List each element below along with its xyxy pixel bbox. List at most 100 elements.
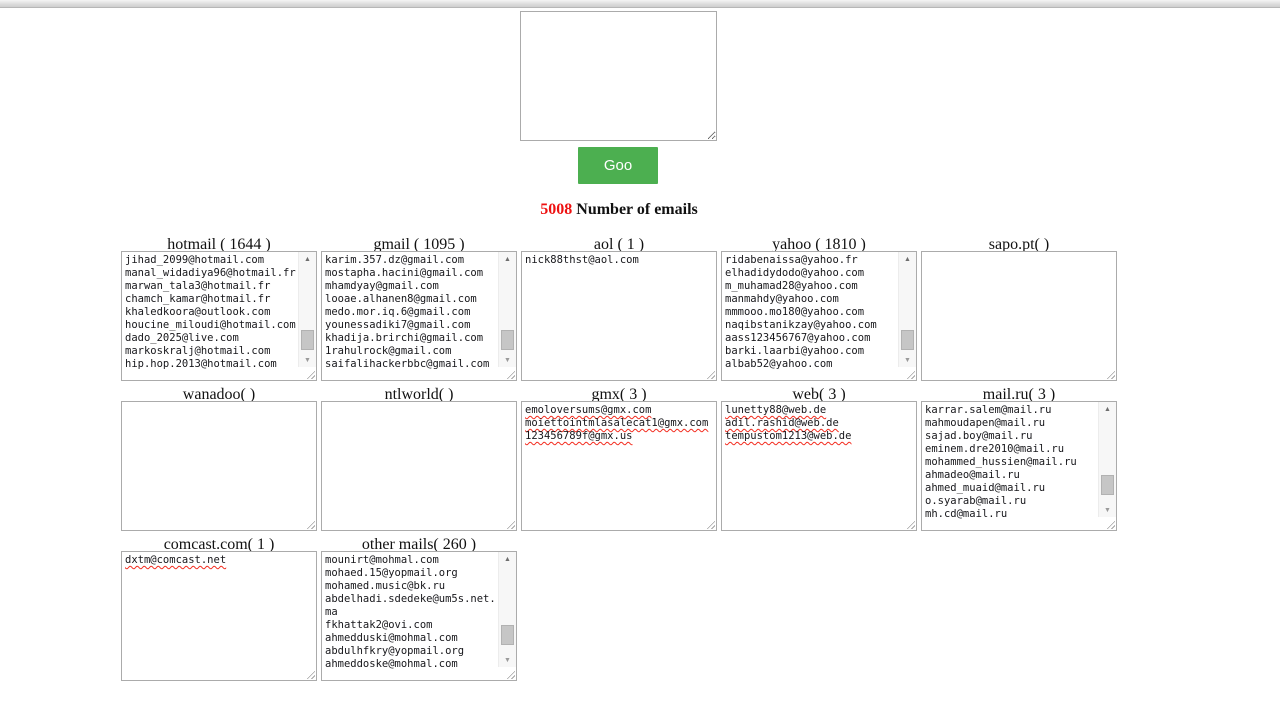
email-count-value: 5008 — [540, 201, 573, 218]
scroll-up-icon[interactable]: ▲ — [1099, 402, 1116, 416]
email-group-aol: aol ( 1 ) nick88thst@aol.com — [521, 236, 721, 381]
email-item: mohammed_hussien@mail.ru — [925, 456, 1077, 468]
email-item: 1rahulrock@gmail.com — [325, 345, 452, 357]
email-item: jihad_2099@hotmail.com — [125, 254, 265, 266]
email-list: karim.357.dz@gmail.com mostapha.hacini@gm… — [322, 252, 498, 380]
email-group-hotmail: hotmail ( 1644 ) jihad_2099@hotmail.com ma… — [121, 236, 321, 381]
email-list: dxtm@comcast.net — [122, 552, 316, 680]
email-group-ntlworld: ntlworld( ) — [321, 386, 521, 531]
email-item: chamch_kamar@hotmail.fr — [125, 293, 271, 305]
email-item: saifalihackerbbc@gmail.com — [325, 358, 490, 370]
scrollbar[interactable]: ▲ ▼ — [1098, 402, 1116, 517]
email-list: jihad_2099@hotmail.com manal_widadiya96@h… — [122, 252, 298, 380]
scrollbar-thumb[interactable] — [501, 329, 514, 350]
scroll-up-icon[interactable]: ▲ — [299, 252, 316, 266]
scrollbar[interactable]: ▲ ▼ — [498, 252, 516, 367]
provider-grid-row: wanadoo( ) ntlworld( ) gmx( 3 ) emoloversum… — [121, 386, 1131, 536]
scroll-up-icon[interactable]: ▲ — [899, 252, 916, 266]
email-item: o.syarab@mail.ru — [925, 495, 1027, 507]
scrollbar-thumb[interactable] — [501, 624, 514, 645]
group-textarea-gmail[interactable]: karim.357.dz@gmail.com mostapha.hacini@gm… — [321, 251, 517, 381]
group-header-ntlworld: ntlworld( ) — [384, 386, 454, 403]
email-item: mohamed.music@bk.ru — [325, 580, 446, 592]
email-group-other-mails: other mails( 260 ) mounirt@mohmal.com moha… — [321, 536, 521, 681]
scroll-down-icon[interactable]: ▼ — [499, 653, 516, 667]
group-textarea-mail-ru[interactable]: karrar.salem@mail.ru mahmoudapen@mail.ru s… — [921, 401, 1117, 531]
email-group-gmx: gmx( 3 ) emoloversums@gmx.com moiettointml… — [521, 386, 721, 531]
scroll-down-icon[interactable]: ▼ — [499, 353, 516, 367]
email-item: sajad.boy@mail.ru — [925, 430, 1033, 442]
scroll-down-icon[interactable]: ▼ — [299, 353, 316, 367]
email-item: markoskralj@hotmail.com — [125, 345, 271, 357]
group-textarea-comcast[interactable]: dxtm@comcast.net — [121, 551, 317, 681]
scrollbar[interactable]: ▲ ▼ — [298, 252, 316, 367]
scrollbar[interactable]: ▲ ▼ — [498, 552, 516, 667]
scroll-up-icon[interactable]: ▲ — [499, 252, 516, 266]
group-header-other-mails: other mails( 260 ) — [361, 536, 477, 553]
group-header-aol: aol ( 1 ) — [593, 236, 645, 253]
group-textarea-aol[interactable]: nick88thst@aol.com — [521, 251, 717, 381]
email-item: nick88thst@aol.com — [525, 254, 639, 266]
email-list: emoloversums@gmx.com moiettointmlasalecat… — [522, 402, 716, 530]
scroll-down-icon[interactable]: ▼ — [1099, 503, 1116, 517]
email-item: looae.alhanen8@gmail.com — [325, 293, 477, 305]
email-group-sapo-pt: sapo.pt( ) — [921, 236, 1121, 381]
email-item: barki.laarbi@yahoo.com — [725, 345, 865, 357]
scrollbar[interactable]: ▲ ▼ — [898, 252, 916, 367]
email-item: manal_widadiya96@hotmail.fr — [125, 267, 296, 279]
email-item: karrar.salem@mail.ru — [925, 404, 1052, 416]
email-item: 123456789f@gmx.us — [525, 430, 633, 442]
provider-grid-row: comcast.com( 1 ) dxtm@comcast.net other ma… — [121, 536, 1131, 686]
email-item: manmahdy@yahoo.com — [725, 293, 839, 305]
group-textarea-yahoo[interactable]: ridabenaissa@yahoo.fr elhadidydodo@yahoo.… — [721, 251, 917, 381]
email-item: mhamdyay@gmail.com — [325, 280, 439, 292]
email-item: dado_2025@live.com — [125, 332, 239, 344]
group-header-web: web( 3 ) — [792, 386, 846, 403]
group-header-comcast: comcast.com( 1 ) — [163, 536, 275, 553]
group-textarea-gmx[interactable]: emoloversums@gmx.com moiettointmlasalecat… — [521, 401, 717, 531]
resize-grip[interactable] — [904, 368, 915, 379]
email-group-mail-ru: mail.ru( 3 ) karrar.salem@mail.ru mahmouda… — [921, 386, 1121, 531]
group-header-mail-ru: mail.ru( 3 ) — [982, 386, 1056, 403]
email-group-gmail: gmail ( 1095 ) karim.357.dz@gmail.com most… — [321, 236, 521, 381]
email-item: mmmooo.mo180@yahoo.com — [725, 306, 865, 318]
resize-grip[interactable] — [304, 368, 315, 379]
scrollbar-thumb[interactable] — [301, 329, 314, 350]
email-item: ahmedduski@mohmal.com — [325, 632, 458, 644]
group-textarea-wanadoo[interactable] — [121, 401, 317, 531]
email-item: adil.rashid@web.de — [725, 417, 839, 429]
resize-grip[interactable] — [504, 368, 515, 379]
email-item: elhadidydodo@yahoo.com — [725, 267, 865, 279]
scrollbar-thumb[interactable] — [1101, 474, 1114, 495]
group-textarea-sapo-pt[interactable] — [921, 251, 1117, 381]
email-item: mostapha.hacini@gmail.com — [325, 267, 484, 279]
scrollbar-thumb[interactable] — [901, 329, 914, 350]
email-group-yahoo: yahoo ( 1810 ) ridabenaissa@yahoo.fr elhad… — [721, 236, 921, 381]
email-paste-input[interactable] — [520, 11, 717, 141]
group-textarea-hotmail[interactable]: jihad_2099@hotmail.com manal_widadiya96@h… — [121, 251, 317, 381]
email-item: ahmeddoske@mohmal.com — [325, 658, 458, 670]
email-item: eminem.dre2010@mail.ru — [925, 443, 1065, 455]
email-group-web: web( 3 ) lunetty88@web.de adil.rashid@web.… — [721, 386, 921, 531]
email-item: naqibstanikzay@yahoo.com — [725, 319, 877, 331]
scroll-up-icon[interactable]: ▲ — [499, 552, 516, 566]
group-header-gmx: gmx( 3 ) — [591, 386, 647, 403]
group-textarea-ntlworld[interactable] — [321, 401, 517, 531]
email-list — [322, 402, 516, 530]
email-item: m_muhamad28@yahoo.com — [725, 280, 858, 292]
email-item: dxtm@comcast.net — [125, 554, 227, 566]
scroll-down-icon[interactable]: ▼ — [899, 353, 916, 367]
email-count-label: Number of emails — [576, 201, 698, 218]
resize-grip[interactable] — [504, 668, 515, 679]
email-item: hip.hop.2013@hotmail.com — [125, 358, 277, 370]
resize-grip[interactable] — [1104, 518, 1115, 529]
email-list: mounirt@mohmal.com mohaed.15@yopmail.org m… — [322, 552, 498, 680]
group-textarea-web[interactable]: lunetty88@web.de adil.rashid@web.de tempus… — [721, 401, 917, 531]
goo-button[interactable]: Goo — [578, 147, 658, 184]
email-item: tempustom1213@web.de — [725, 430, 852, 442]
group-textarea-other-mails[interactable]: mounirt@mohmal.com mohaed.15@yopmail.org m… — [321, 551, 517, 681]
email-item: khadija.brirchi@gmail.com — [325, 332, 484, 344]
email-group-wanadoo: wanadoo( ) — [121, 386, 321, 531]
email-item: moiettointmlasalecat1@gmx.com — [525, 417, 709, 429]
group-header-gmail: gmail ( 1095 ) — [373, 236, 465, 253]
